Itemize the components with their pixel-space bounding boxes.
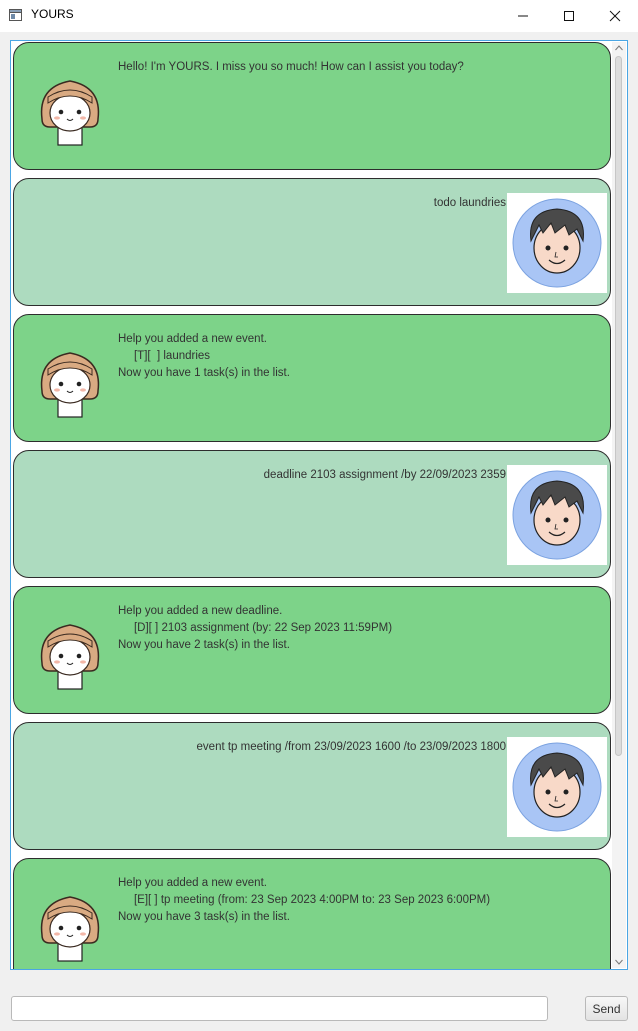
app-icon bbox=[9, 9, 22, 21]
bot-message: Help you added a new event. [E][ ] tp me… bbox=[13, 858, 611, 969]
minimize-button[interactable] bbox=[500, 0, 546, 32]
user-avatar-icon bbox=[507, 193, 607, 293]
vertical-scrollbar[interactable] bbox=[612, 42, 626, 968]
message-text: Help you added a new event. [T][ ] laund… bbox=[118, 333, 290, 379]
bot-message: Help you added a new deadline. [D][ ] 21… bbox=[13, 586, 611, 714]
bot-avatar-icon bbox=[40, 352, 100, 418]
minimize-icon bbox=[518, 15, 528, 17]
user-message: event tp meeting /from 23/09/2023 1600 /… bbox=[13, 722, 611, 850]
message-text: Help you added a new event. [E][ ] tp me… bbox=[118, 877, 491, 923]
bot-message: Hello! I'm YOURS. I miss you so much! Ho… bbox=[13, 42, 611, 170]
message-text: Hello! I'm YOURS. I miss you so much! Ho… bbox=[118, 61, 464, 73]
user-avatar-icon bbox=[507, 737, 607, 837]
message-text: todo laundries bbox=[433, 197, 506, 209]
message-text: Help you added a new deadline. [D][ ] 21… bbox=[118, 605, 393, 651]
bot-avatar-icon bbox=[40, 624, 100, 690]
user-avatar-icon bbox=[507, 465, 607, 565]
window-title: YOURS bbox=[31, 7, 74, 21]
maximize-icon bbox=[564, 11, 574, 21]
maximize-button[interactable] bbox=[546, 0, 592, 32]
send-button[interactable]: Send bbox=[585, 996, 628, 1021]
bot-avatar-icon bbox=[40, 896, 100, 962]
scroll-up-icon[interactable] bbox=[615, 45, 623, 51]
scroll-thumb[interactable] bbox=[615, 56, 622, 756]
close-icon bbox=[609, 10, 621, 22]
user-message: deadline 2103 assignment /by 22/09/2023 … bbox=[13, 450, 611, 578]
message-text: deadline 2103 assignment /by 22/09/2023 … bbox=[263, 469, 506, 481]
user-message: todo laundries bbox=[13, 178, 611, 306]
bot-message: Help you added a new event. [T][ ] laund… bbox=[13, 314, 611, 442]
scroll-down-icon[interactable] bbox=[615, 959, 623, 965]
bot-avatar-icon bbox=[40, 80, 100, 146]
message-text: event tp meeting /from 23/09/2023 1600 /… bbox=[196, 741, 506, 753]
dialog-container[interactable]: Hello! I'm YOURS. I miss you so much! Ho… bbox=[10, 40, 628, 970]
close-button[interactable] bbox=[592, 0, 638, 32]
message-input[interactable] bbox=[11, 996, 548, 1021]
title-bar: YOURS bbox=[0, 0, 638, 32]
